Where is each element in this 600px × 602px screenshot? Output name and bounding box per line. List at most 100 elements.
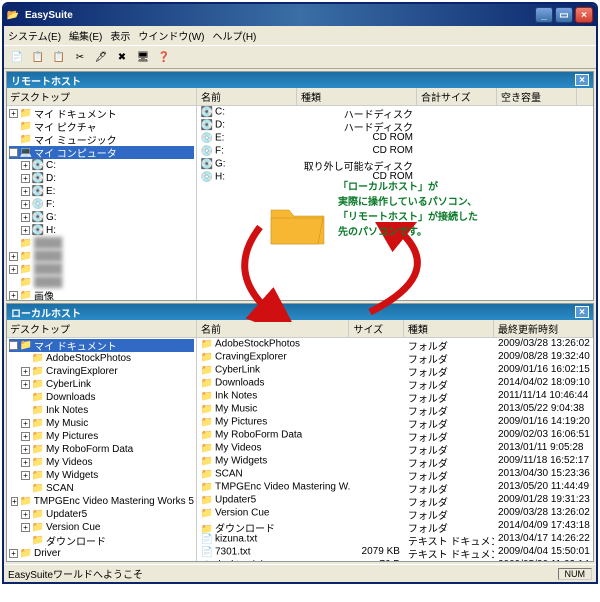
tree-item[interactable]: +📁My Videos — [9, 456, 194, 469]
tool-icon[interactable]: 📋 — [50, 48, 68, 66]
tree-item[interactable]: +📁My RoboForm Data — [9, 443, 194, 456]
expander-icon[interactable]: + — [21, 419, 30, 428]
tree-item[interactable]: +📁CyberLink — [9, 378, 194, 391]
menu-system[interactable]: システム(E) — [8, 28, 61, 43]
local-list[interactable]: 📁AdobeStockPhotosフォルダ2009/03/28 13:26:02… — [197, 338, 593, 561]
tree-item[interactable]: -💻マイ コンピュータ — [9, 146, 194, 159]
list-item[interactable]: 📁My Videosフォルダ2013/01/11 9:05:28 — [197, 442, 593, 455]
tree-item[interactable]: +💽H: — [9, 224, 194, 237]
tree-item[interactable]: +📁My Widgets — [9, 469, 194, 482]
tree-item[interactable]: -📁マイ ドキュメント — [9, 339, 194, 352]
expander-icon[interactable]: + — [9, 549, 18, 558]
menu-help[interactable]: ヘルプ(H) — [212, 28, 256, 43]
help-icon[interactable]: ❓ — [155, 48, 173, 66]
menu-window[interactable]: ウインドウ(W) — [138, 28, 204, 43]
tree-item[interactable]: +📁My Music — [9, 417, 194, 430]
tree-item[interactable]: +💽E: — [9, 185, 194, 198]
tree-item[interactable]: +📁画像 — [9, 289, 194, 300]
expander-icon[interactable]: + — [21, 523, 30, 532]
menu-view[interactable]: 表示 — [110, 28, 130, 43]
tree-item[interactable]: +💽D: — [9, 172, 194, 185]
remote-tree[interactable]: +📁マイ ドキュメント📁マイ ピクチャ📁マイ ミュージック-💻マイ コンピュータ… — [7, 106, 196, 300]
expander-icon[interactable]: + — [9, 291, 18, 300]
tree-item[interactable]: 📁████ — [9, 237, 194, 250]
tree-item[interactable]: 📁Downloads — [9, 391, 194, 404]
expander-icon[interactable]: + — [21, 445, 30, 454]
tree-item[interactable]: 📁GifCam — [9, 560, 194, 561]
expander-icon[interactable]: + — [21, 471, 30, 480]
tree-item[interactable]: +💿F: — [9, 198, 194, 211]
close-button[interactable]: × — [575, 7, 593, 23]
tree-item[interactable]: 📁Ink Notes — [9, 404, 194, 417]
local-close-icon[interactable]: × — [575, 306, 589, 318]
expander-icon[interactable]: + — [21, 213, 30, 222]
list-item[interactable]: 📁AdobeStockPhotosフォルダ2009/03/28 13:26:02 — [197, 338, 593, 351]
tree-item[interactable]: +📁TMPGEnc Video Mastering Works 5 — [9, 495, 194, 508]
tool-icon[interactable]: ✂ — [71, 48, 89, 66]
local-breadcrumb[interactable]: デスクトップ — [7, 320, 196, 338]
expander-icon[interactable]: + — [21, 200, 30, 209]
list-item[interactable]: 📁Downloadsフォルダ2014/04/02 18:09:10 — [197, 377, 593, 390]
expander-icon[interactable]: + — [9, 109, 18, 118]
remote-close-icon[interactable]: × — [575, 74, 589, 86]
local-tree[interactable]: -📁マイ ドキュメント📁AdobeStockPhotos+📁CravingExp… — [7, 338, 196, 561]
expander-icon[interactable]: + — [11, 497, 18, 506]
minimize-button[interactable]: _ — [535, 7, 553, 23]
list-item[interactable]: 📁Ink Notesフォルダ2011/11/14 10:46:44 — [197, 390, 593, 403]
list-item[interactable]: 📁SCANフォルダ2013/04/30 15:23:36 — [197, 468, 593, 481]
tool-icon[interactable]: 🖋 — [92, 48, 110, 66]
tree-item[interactable]: +📁CravingExplorer — [9, 365, 194, 378]
list-item[interactable]: 💽D:ハードディスク — [197, 119, 593, 132]
column-header[interactable]: 種類 — [404, 320, 494, 337]
column-header[interactable]: 最終更新時刻 — [494, 320, 593, 337]
tool-icon[interactable]: 🖥 — [134, 48, 152, 66]
tool-icon[interactable]: 📄 — [8, 48, 26, 66]
list-item[interactable]: 📁CyberLinkフォルダ2009/01/16 16:02:15 — [197, 364, 593, 377]
column-header[interactable]: 空き容量 — [497, 88, 577, 105]
list-item[interactable]: 📁Version Cueフォルダ2009/03/28 13:26:02 — [197, 507, 593, 520]
tree-item[interactable]: +📁Driver — [9, 547, 194, 560]
list-item[interactable]: 📁My Musicフォルダ2013/05/22 9:04:38 — [197, 403, 593, 416]
tree-item[interactable]: 📁SCAN — [9, 482, 194, 495]
list-item[interactable]: 💿F:CD ROM — [197, 145, 593, 158]
list-item[interactable]: 💽G:取り外し可能なディスク — [197, 158, 593, 171]
tree-item[interactable]: +📁████ — [9, 263, 194, 276]
list-item[interactable]: ⚙desktop.ini76 B構成設定2009/05/20 11:03:14 — [197, 559, 593, 561]
column-header[interactable]: 名前 — [197, 320, 349, 337]
expander-icon[interactable]: + — [9, 265, 18, 274]
expander-icon[interactable]: + — [21, 161, 30, 170]
column-header[interactable]: サイズ — [349, 320, 403, 337]
list-item[interactable]: 💽C:ハードディスク — [197, 106, 593, 119]
list-item[interactable]: 📄7301.txt2079 KBテキスト ドキュメント2009/04/04 15… — [197, 546, 593, 559]
tree-item[interactable]: +💽G: — [9, 211, 194, 224]
expander-icon[interactable]: + — [21, 380, 30, 389]
list-item[interactable]: 📁My RoboForm Dataフォルダ2009/02/03 16:06:51 — [197, 429, 593, 442]
expander-icon[interactable]: - — [9, 148, 18, 157]
column-header[interactable]: 種類 — [297, 88, 417, 105]
tool-icon[interactable]: ✖ — [113, 48, 131, 66]
list-item[interactable]: 📁My Widgetsフォルダ2009/11/18 16:52:17 — [197, 455, 593, 468]
tree-item[interactable]: +📁My Pictures — [9, 430, 194, 443]
expander-icon[interactable]: + — [21, 458, 30, 467]
list-item[interactable]: 💿E:CD ROM — [197, 132, 593, 145]
expander-icon[interactable]: + — [21, 367, 30, 376]
menu-edit[interactable]: 編集(E) — [69, 28, 102, 43]
tree-item[interactable]: +📁Updater5 — [9, 508, 194, 521]
tool-icon[interactable]: 📋 — [29, 48, 47, 66]
tree-item[interactable]: 📁ダウンロード — [9, 534, 194, 547]
tree-item[interactable]: +💽C: — [9, 159, 194, 172]
remote-breadcrumb[interactable]: デスクトップ — [7, 88, 196, 106]
expander-icon[interactable]: + — [9, 252, 18, 261]
column-header[interactable]: 名前 — [197, 88, 297, 105]
list-item[interactable]: 📁CravingExplorerフォルダ2009/08/28 19:32:40 — [197, 351, 593, 364]
list-item[interactable]: 📁ダウンロードフォルダ2014/04/09 17:43:18 — [197, 520, 593, 533]
expander-icon[interactable]: + — [21, 510, 30, 519]
column-header[interactable]: 合計サイズ — [417, 88, 497, 105]
list-item[interactable]: 📁TMPGEnc Video Mastering W...フォルダ2013/05… — [197, 481, 593, 494]
tree-item[interactable]: 📁████ — [9, 276, 194, 289]
tree-item[interactable]: +📁████ — [9, 250, 194, 263]
expander-icon[interactable]: + — [21, 226, 30, 235]
tree-item[interactable]: 📁AdobeStockPhotos — [9, 352, 194, 365]
expander-icon[interactable]: + — [21, 432, 30, 441]
list-item[interactable]: 📄kizuna.txtテキスト ドキュメント2013/04/17 14:26:2… — [197, 533, 593, 546]
